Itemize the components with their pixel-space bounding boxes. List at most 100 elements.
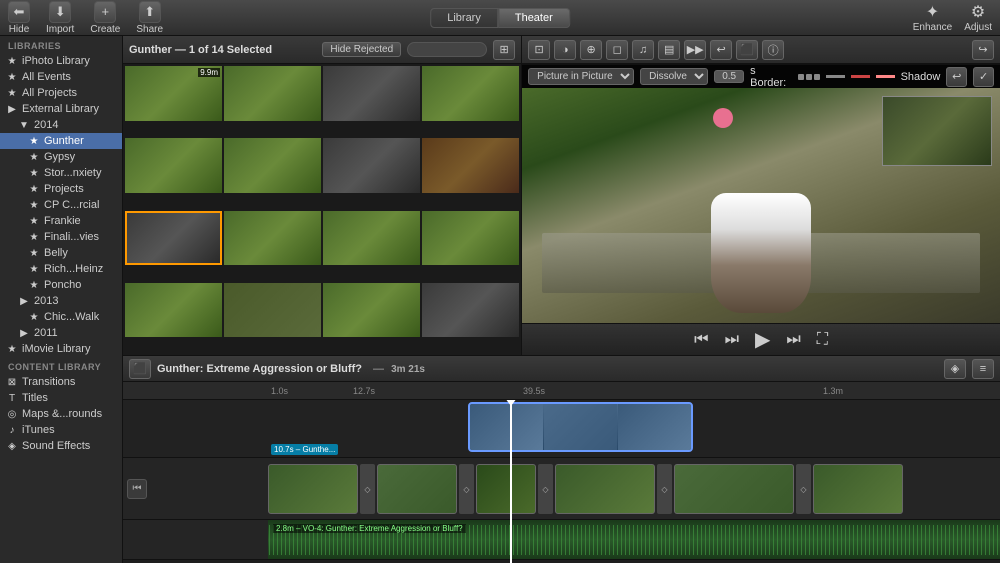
sidebar-item-projects[interactable]: ★ Projects (0, 181, 122, 197)
sidebar-item-titles[interactable]: T Titles (0, 390, 122, 406)
grid-view-button[interactable]: ⊞ (493, 40, 515, 60)
track-rewind-btn[interactable]: ⏮ (127, 479, 147, 499)
camera-tool[interactable]: ◻ (606, 40, 628, 60)
sidebar-item-stor-nxiety[interactable]: ★ Stor...nxiety (0, 165, 122, 181)
tab-theater[interactable]: Theater (498, 8, 570, 28)
sidebar-item-all-events[interactable]: ★ All Events (0, 69, 122, 85)
sidebar-item-2013[interactable]: ▶ 2013 (0, 293, 122, 309)
adjust-button[interactable]: ⚙ Adjust (964, 2, 992, 33)
timeline-body: 10.7s – Gunthe... ⏮ ◇ ◇ ◇ (123, 400, 1000, 563)
sidebar-item-2011[interactable]: ▶ 2011 (0, 325, 122, 341)
viewer-content[interactable] (522, 88, 1000, 323)
gunther-icon: ★ (28, 136, 40, 147)
skip-back-button[interactable]: ⏭ (721, 329, 743, 351)
transition-2[interactable]: ◇ (459, 464, 474, 514)
share-button[interactable]: ⬆ Share (136, 1, 163, 35)
media-thumb-7[interactable] (323, 138, 420, 193)
viewer-toolbar: ⊡ ◑ ⊕ ◻ ♫ ▤ ▶▶ ↩ ⬛ ⓘ ↪ (522, 36, 1000, 64)
export-tool[interactable]: ⬛ (736, 40, 758, 60)
sidebar-item-finali-vies[interactable]: ★ Finali...vies (0, 229, 122, 245)
clip-3[interactable] (476, 464, 536, 514)
undo-tool[interactable]: ↩ (710, 40, 732, 60)
pip-select[interactable]: Picture in Picture (528, 68, 634, 85)
media-thumb-10[interactable] (224, 211, 321, 266)
transition-1[interactable]: ◇ (360, 464, 375, 514)
info-tool[interactable]: ⓘ (762, 40, 784, 60)
sidebar-item-cp-cial[interactable]: ★ CP C...rcial (0, 197, 122, 213)
duration-input[interactable] (714, 70, 744, 83)
media-thumb-3[interactable] (323, 66, 420, 121)
clip-5[interactable] (674, 464, 794, 514)
top-content: Gunther — 1 of 14 Selected Hide Rejected… (123, 36, 1000, 356)
fullscreen-button[interactable]: ⛶ (813, 329, 832, 351)
media-thumb-11[interactable] (323, 211, 420, 266)
media-thumb-6[interactable] (224, 138, 321, 193)
skip-forward-button[interactable]: ⏭ (782, 329, 804, 351)
sidebar-item-maps-grounds[interactable]: ◎ Maps &...rounds (0, 406, 122, 422)
all-projects-icon: ★ (6, 88, 18, 99)
transition-5[interactable]: ◇ (796, 464, 811, 514)
sidebar-item-sound-effects[interactable]: ◈ Sound Effects (0, 438, 122, 454)
sidebar-item-frankie[interactable]: ★ Frankie (0, 213, 122, 229)
clip-6[interactable] (813, 464, 903, 514)
sidebar-item-rich-heinz[interactable]: ★ Rich...Heinz (0, 261, 122, 277)
speed-tool[interactable]: ▶▶ (684, 40, 706, 60)
media-thumb-12[interactable] (422, 211, 519, 266)
audio-track-left (123, 520, 268, 559)
sidebar-item-chic-walk[interactable]: ★ Chic...Walk (0, 309, 122, 325)
sidebar-item-external-library[interactable]: ▶ External Library (0, 101, 122, 117)
border-style-control[interactable] (798, 74, 820, 80)
dissolve-select[interactable]: Dissolve (640, 68, 708, 85)
sidebar-item-iphoto[interactable]: ★ iPhoto Library (0, 53, 122, 69)
selected-clip[interactable] (468, 402, 693, 452)
transition-4[interactable]: ◇ (657, 464, 672, 514)
clip-4[interactable] (555, 464, 655, 514)
clip-1[interactable] (268, 464, 358, 514)
play-rewind-button[interactable]: ⏮ (690, 329, 712, 351)
media-thumb-5[interactable] (125, 138, 222, 193)
audio-tool[interactable]: ♫ (632, 40, 654, 60)
create-button[interactable]: + Create (90, 1, 120, 35)
sidebar-item-poncho[interactable]: ★ Poncho (0, 277, 122, 293)
sidebar-item-belly[interactable]: ★ Belly (0, 245, 122, 261)
media-thumb-2[interactable] (224, 66, 321, 121)
media-thumb-13[interactable] (125, 283, 222, 338)
browser-toolbar: Gunther — 1 of 14 Selected Hide Rejected… (123, 36, 521, 64)
shadow-apply-icon[interactable]: ✓ (973, 67, 994, 87)
sidebar-item-gypsy[interactable]: ★ Gypsy (0, 149, 122, 165)
enhance-button[interactable]: ✦ Enhance (913, 2, 952, 33)
duration-badge-1: 9.9m (198, 68, 220, 77)
media-thumb-16[interactable] (422, 283, 519, 338)
color-tool[interactable]: ◑ (554, 40, 576, 60)
media-thumb-14[interactable] (224, 283, 321, 338)
tab-library[interactable]: Library (430, 8, 498, 28)
timeline-more-icon[interactable]: ≡ (972, 359, 994, 379)
browser-search-input[interactable] (407, 42, 487, 57)
sidebar-item-transitions[interactable]: ⊠ Transitions (0, 374, 122, 390)
audio-label: 2.8m – VO-4: Gunther: Extreme Aggression… (273, 524, 466, 533)
redo-tool[interactable]: ↪ (972, 40, 994, 60)
hide-button[interactable]: ⬅ Hide (8, 1, 30, 35)
shadow-undo-icon[interactable]: ↩ (946, 67, 967, 87)
crop-tool[interactable]: ⊡ (528, 40, 550, 60)
clip-2[interactable] (377, 464, 457, 514)
media-thumb-15[interactable] (323, 283, 420, 338)
sidebar-item-gunther[interactable]: ★ Gunther (0, 133, 122, 149)
play-pause-button[interactable]: ▶ (751, 325, 774, 354)
sidebar-item-2014[interactable]: ▼ 2014 (0, 117, 122, 133)
media-thumb-8[interactable] (422, 138, 519, 193)
sidebar-item-all-projects[interactable]: ★ All Projects (0, 85, 122, 101)
stabilize-tool[interactable]: ⊕ (580, 40, 602, 60)
volume-tool[interactable]: ▤ (658, 40, 680, 60)
media-thumb-9[interactable] (125, 211, 222, 266)
hide-rejected-button[interactable]: Hide Rejected (322, 42, 401, 57)
transition-3[interactable]: ◇ (538, 464, 553, 514)
media-thumb-1[interactable]: 9.9m (125, 66, 222, 121)
import-button[interactable]: ⬇ Import (46, 1, 74, 35)
media-thumb-4[interactable] (422, 66, 519, 121)
sidebar-item-imovie-library[interactable]: ★ iMovie Library (0, 341, 122, 357)
timeline-audio-icon[interactable]: ◈ (944, 359, 966, 379)
sidebar-item-itunes[interactable]: ♪ iTunes (0, 422, 122, 438)
view-tabs: Library Theater (430, 8, 570, 28)
timeline-settings-icon[interactable]: ⬛ (129, 359, 151, 379)
